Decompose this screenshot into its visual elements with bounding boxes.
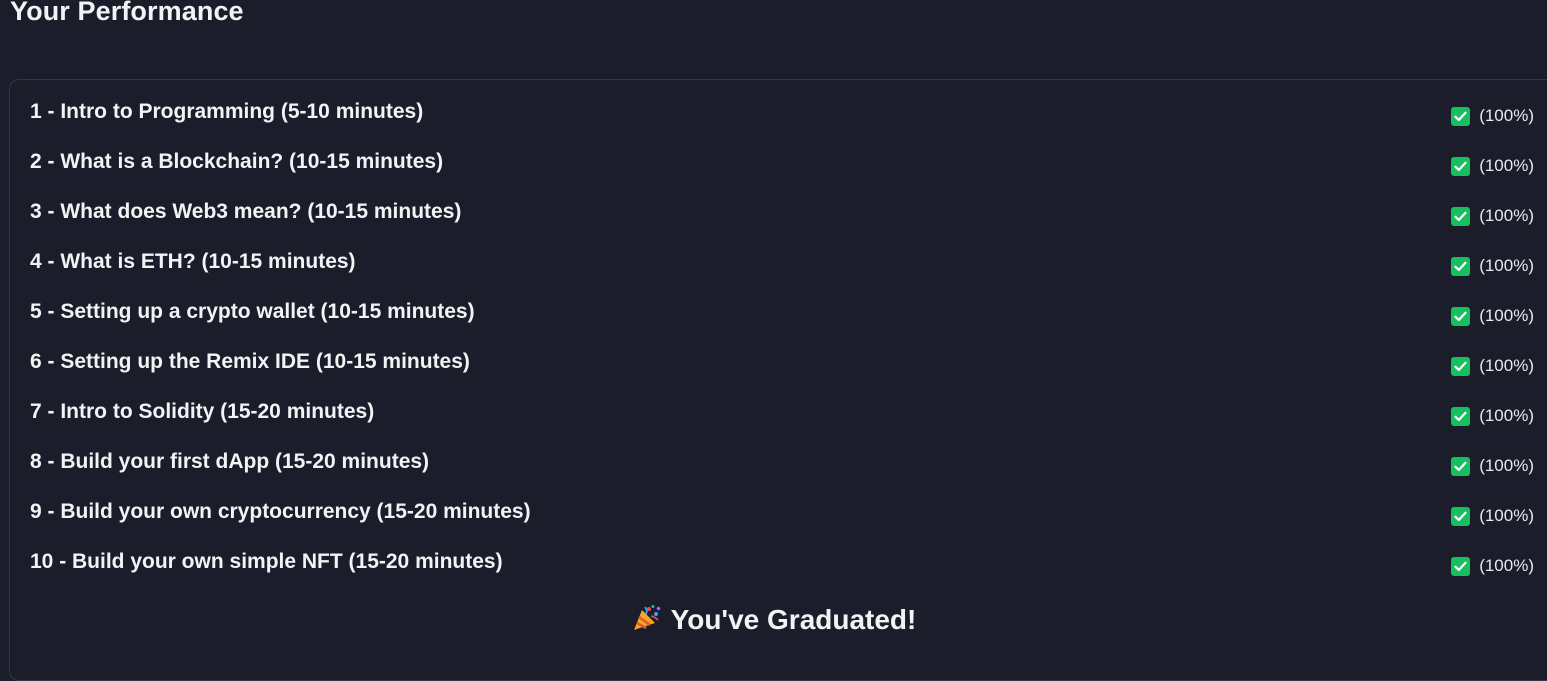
lesson-percent: (100%) <box>1479 356 1534 375</box>
lesson-row: 10 - Build your own simple NFT (15-20 mi… <box>30 538 1540 588</box>
graduation-banner: You've Graduated! <box>0 604 1547 639</box>
lesson-status: (100%) <box>1451 306 1534 326</box>
lesson-row: 7 - Intro to Solidity (15-20 minutes) (1… <box>30 388 1540 438</box>
lesson-list: 1 - Intro to Programming (5-10 minutes) … <box>30 88 1540 588</box>
checkbox-checked-icon <box>1451 306 1471 326</box>
lesson-percent: (100%) <box>1479 406 1534 425</box>
checkbox-checked-icon <box>1451 356 1471 376</box>
graduation-message: You've Graduated! <box>670 604 917 635</box>
lesson-row: 6 - Setting up the Remix IDE (10-15 minu… <box>30 338 1540 388</box>
lesson-percent: (100%) <box>1479 106 1534 125</box>
checkbox-checked-icon <box>1451 506 1471 526</box>
lesson-title: 10 - Build your own simple NFT (15-20 mi… <box>30 550 503 573</box>
lesson-title: 5 - Setting up a crypto wallet (10-15 mi… <box>30 300 475 323</box>
lesson-row: 1 - Intro to Programming (5-10 minutes) … <box>30 88 1540 138</box>
lesson-percent: (100%) <box>1479 556 1534 575</box>
lesson-row: 3 - What does Web3 mean? (10-15 minutes)… <box>30 188 1540 238</box>
party-popper-icon <box>631 604 661 639</box>
lesson-title: 9 - Build your own cryptocurrency (15-20… <box>30 500 531 523</box>
checkbox-checked-icon <box>1451 256 1471 276</box>
lesson-title: 3 - What does Web3 mean? (10-15 minutes) <box>30 200 462 223</box>
lesson-percent: (100%) <box>1479 206 1534 225</box>
lesson-title: 1 - Intro to Programming (5-10 minutes) <box>30 100 424 123</box>
lesson-row: 8 - Build your first dApp (15-20 minutes… <box>30 438 1540 488</box>
lesson-status: (100%) <box>1451 506 1534 526</box>
lesson-row: 2 - What is a Blockchain? (10-15 minutes… <box>30 138 1540 188</box>
lesson-percent: (100%) <box>1479 456 1534 475</box>
lesson-title: 7 - Intro to Solidity (15-20 minutes) <box>30 400 375 423</box>
lesson-status: (100%) <box>1451 256 1534 276</box>
lesson-status: (100%) <box>1451 156 1534 176</box>
lesson-status: (100%) <box>1451 356 1534 376</box>
lesson-status: (100%) <box>1451 406 1534 426</box>
checkbox-checked-icon <box>1451 106 1471 126</box>
lesson-percent: (100%) <box>1479 306 1534 325</box>
lesson-row: 4 - What is ETH? (10-15 minutes) (100%) <box>30 238 1540 288</box>
lesson-row: 5 - Setting up a crypto wallet (10-15 mi… <box>30 288 1540 338</box>
lesson-title: 8 - Build your first dApp (15-20 minutes… <box>30 450 430 473</box>
lesson-status: (100%) <box>1451 106 1534 126</box>
lesson-title: 4 - What is ETH? (10-15 minutes) <box>30 250 356 273</box>
lesson-percent: (100%) <box>1479 506 1534 525</box>
checkbox-checked-icon <box>1451 156 1471 176</box>
lesson-status: (100%) <box>1451 556 1534 576</box>
lesson-status: (100%) <box>1451 456 1534 476</box>
lesson-percent: (100%) <box>1479 156 1534 175</box>
checkbox-checked-icon <box>1451 406 1471 426</box>
lesson-title: 2 - What is a Blockchain? (10-15 minutes… <box>30 150 444 173</box>
checkbox-checked-icon <box>1451 206 1471 226</box>
page-title: Your Performance <box>10 0 244 26</box>
checkbox-checked-icon <box>1451 456 1471 476</box>
lesson-title: 6 - Setting up the Remix IDE (10-15 minu… <box>30 350 470 373</box>
lesson-percent: (100%) <box>1479 256 1534 275</box>
lesson-status: (100%) <box>1451 206 1534 226</box>
lesson-row: 9 - Build your own cryptocurrency (15-20… <box>30 488 1540 538</box>
checkbox-checked-icon <box>1451 556 1471 576</box>
